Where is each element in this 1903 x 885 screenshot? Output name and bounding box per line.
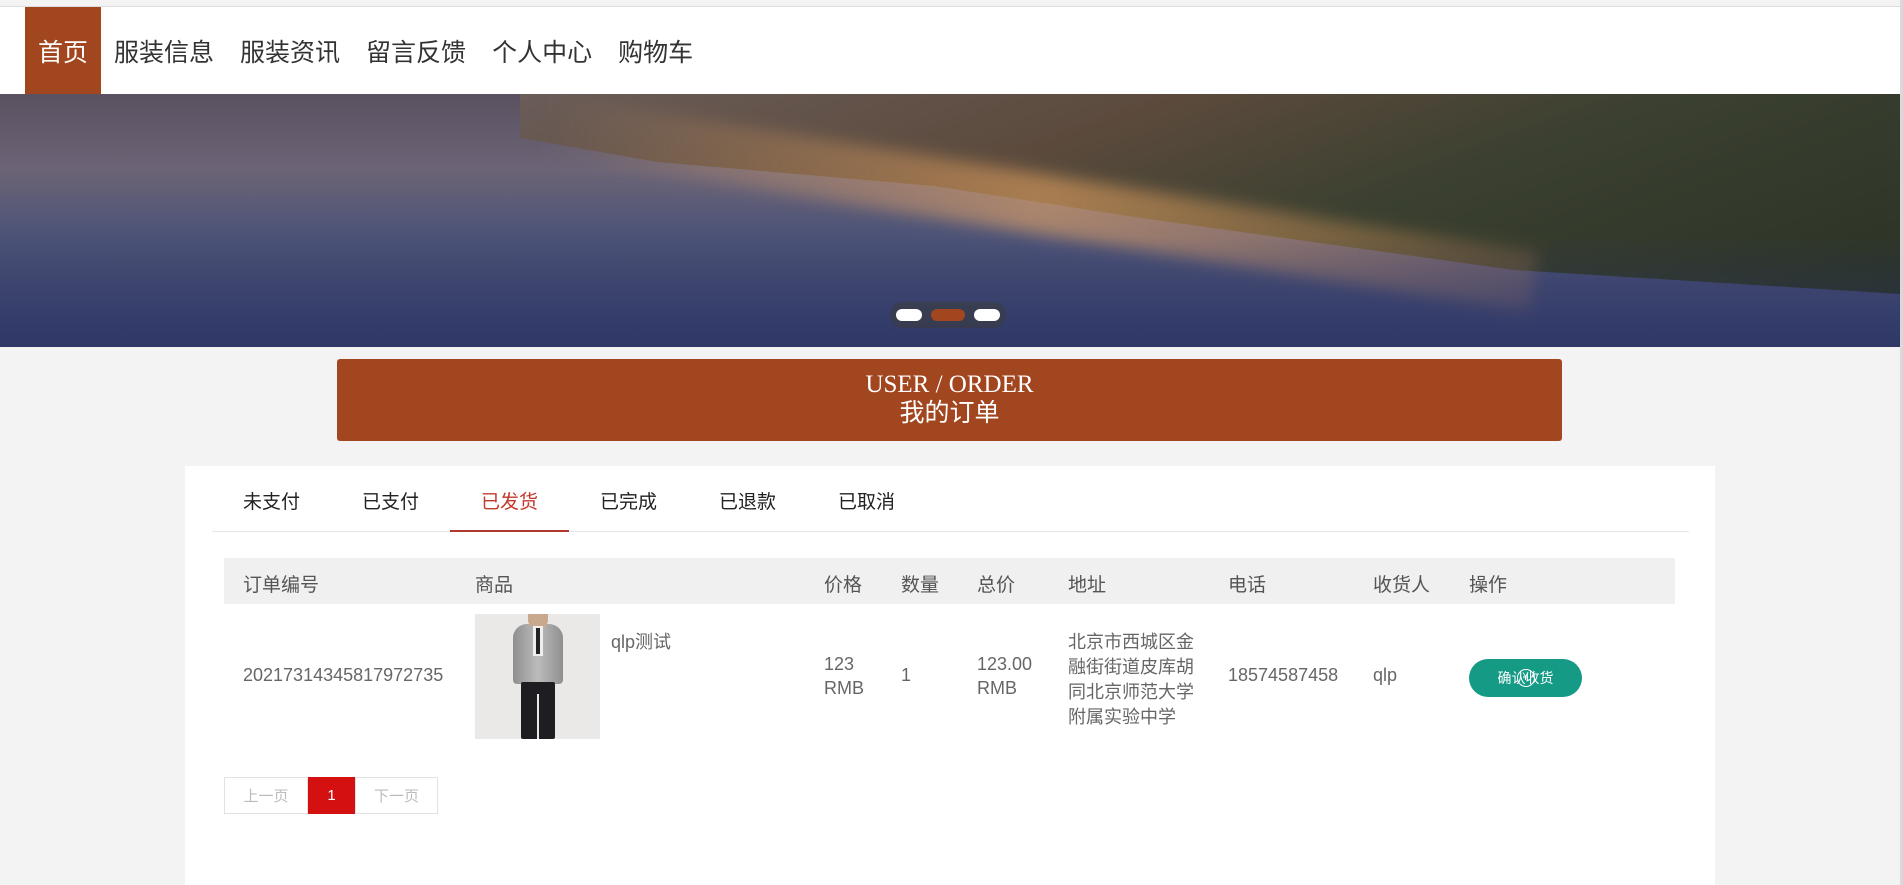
nav-item-home[interactable]: 首页	[25, 7, 102, 95]
price-unit: RMB	[824, 678, 864, 698]
total-unit: RMB	[977, 678, 1017, 698]
prev-page-button[interactable]: 上一页	[224, 777, 308, 814]
order-table: 订单编号 商品 价格 数量 总价 地址 电话 收货人 操作 2021731434…	[224, 558, 1675, 744]
receiver-value: qlp	[1373, 665, 1398, 685]
address-line-2: 融街街道皮库胡	[1068, 657, 1194, 677]
nav-item-user-center[interactable]: 个人中心	[479, 7, 605, 95]
page-title-banner: USER / ORDER 我的订单	[337, 359, 1562, 441]
confirm-receipt-label: 确认收货	[1497, 670, 1554, 686]
quantity-value: 1	[901, 665, 912, 685]
carousel-dot-3[interactable]	[974, 309, 1000, 321]
page-title-en: USER / ORDER	[865, 371, 1034, 398]
nav-item-feedback[interactable]: 留言反馈	[353, 7, 479, 95]
nav-item-clothing-news[interactable]: 服装资讯	[227, 7, 353, 95]
page-number-button[interactable]: 1	[308, 777, 355, 814]
nav-item-clothing-info[interactable]: 服装信息	[101, 7, 227, 95]
suit-pants-shape	[521, 682, 555, 739]
header-total: 总价	[977, 575, 1016, 596]
price-value: 123	[824, 654, 855, 674]
confirm-receipt-button[interactable]: ¥ 确认收货	[1469, 659, 1582, 697]
next-page-button[interactable]: 下一页	[355, 777, 438, 814]
tab-shipped[interactable]: 已发货	[450, 466, 569, 532]
header-order-id: 订单编号	[243, 575, 320, 596]
carousel-dot-1[interactable]	[896, 309, 922, 321]
carousel-dot-2[interactable]	[931, 309, 965, 321]
header-product: 商品	[475, 575, 514, 596]
product-image[interactable]	[475, 614, 600, 739]
top-navigation: 首页 服装信息 服装资讯 留言反馈 个人中心 购物车	[0, 6, 1900, 95]
header-price: 价格	[824, 575, 863, 596]
order-card: 未支付 已支付 已发货 已完成 已退款 已取消 订单编号 商品 价格 数量 总价…	[185, 466, 1715, 885]
order-status-tabs: 未支付 已支付 已发货 已完成 已退款 已取消	[212, 466, 1689, 532]
total-value: 123.00	[977, 654, 1033, 674]
phone-value: 18574587458	[1228, 665, 1339, 685]
page-title-cn: 我的订单	[899, 400, 1000, 427]
tab-refunded[interactable]: 已退款	[688, 466, 807, 532]
nav-item-cart[interactable]: 购物车	[605, 7, 706, 95]
tab-completed[interactable]: 已完成	[569, 466, 688, 532]
header-quantity: 数量	[901, 575, 940, 596]
table-header: 订单编号 商品 价格 数量 总价 地址 电话 收货人 操作	[224, 558, 1675, 604]
address-line-4: 附属实验中学	[1068, 707, 1176, 727]
header-receiver: 收货人	[1373, 575, 1431, 596]
tab-cancelled[interactable]: 已取消	[807, 466, 926, 532]
banner-water	[0, 237, 1900, 347]
order-id: 20217314345817972735	[243, 665, 444, 685]
carousel-indicators	[890, 302, 1006, 328]
suit-tie-shape	[536, 628, 540, 654]
address-line-3: 同北京师范大学	[1068, 682, 1194, 702]
product-name[interactable]: qlp测试	[611, 628, 671, 654]
tab-paid[interactable]: 已支付	[331, 466, 450, 532]
header-action: 操作	[1469, 575, 1508, 596]
header-address: 地址	[1068, 575, 1107, 596]
tab-unpaid[interactable]: 未支付	[212, 466, 331, 532]
address-line-1: 北京市西城区金	[1068, 632, 1194, 652]
table-row: 20217314345817972735 qlp测试 123 RMB 1 123…	[224, 604, 1675, 744]
header-phone: 电话	[1228, 575, 1267, 596]
pagination: 上一页 1 下一页	[224, 777, 438, 814]
